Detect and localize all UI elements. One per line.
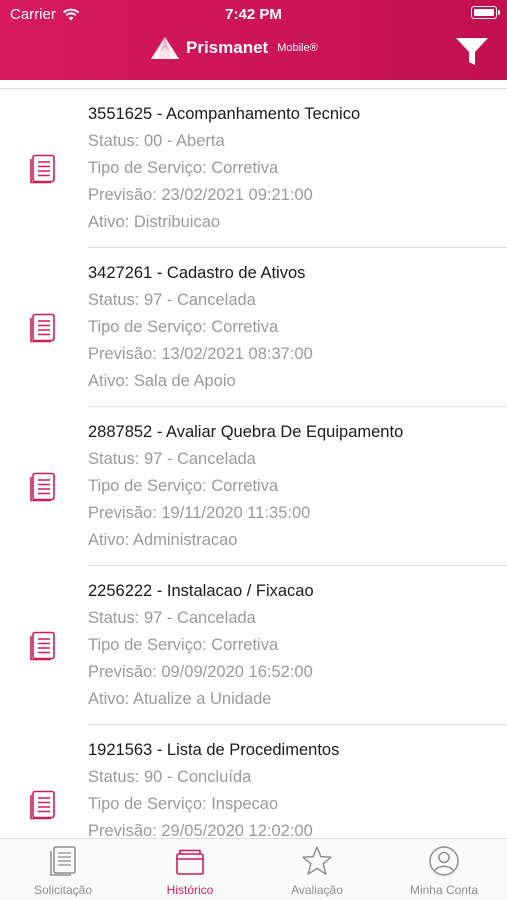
item-status: Status: 97 - Cancelada: [88, 609, 256, 627]
item-status: Status: 90 - Concluída: [88, 768, 252, 786]
item-status: Status: 00 - Aberta: [88, 132, 225, 150]
document-list-icon: [30, 790, 55, 819]
tab-historico[interactable]: Histórico: [127, 845, 253, 900]
document-list-icon: [30, 631, 55, 660]
item-service-type: Tipo de Serviço: Corretiva: [88, 636, 279, 654]
list-item[interactable]: 3427261 - Cadastro de Ativos Status: 97 …: [0, 248, 507, 407]
item-status: Status: 97 - Cancelada: [88, 291, 256, 309]
tab-label: Histórico: [166, 883, 214, 897]
filter-icon: [456, 38, 488, 65]
tab-minha-conta[interactable]: Minha Conta: [381, 845, 507, 900]
item-title: 3427261 - Cadastro de Ativos: [88, 264, 306, 282]
list-item[interactable]: 1921563 - Lista de Procedimentos Status:…: [0, 725, 507, 838]
list-item[interactable]: 3551625 - Acompanhamento Tecnico Status:…: [0, 89, 507, 248]
app-logo: Prismanet Mobile®: [150, 36, 318, 60]
item-asset: Ativo: Distribuicao: [88, 213, 221, 231]
item-forecast: Previsão: 23/02/2021 09:21:00: [88, 186, 313, 204]
history-list[interactable]: 3551625 - Acompanhamento Tecnico Status:…: [0, 80, 507, 838]
app-header: Carrier 7:42 PM Prismanet Mobile®: [0, 0, 507, 80]
tab-label: Avaliação: [291, 883, 343, 897]
brand-name: Prismanet: [186, 38, 269, 57]
item-service-type: Tipo de Serviço: Corretiva: [88, 318, 279, 336]
item-service-type: Tipo de Serviço: Corretiva: [88, 159, 279, 177]
item-title: 1921563 - Lista de Procedimentos: [88, 741, 340, 759]
user-icon: [429, 846, 459, 876]
item-forecast: Previsão: 19/11/2020 11:35:00: [88, 504, 311, 522]
list-item[interactable]: 2887852 - Avaliar Quebra De Equipamento …: [0, 407, 507, 566]
item-asset: Ativo: Atualize a Unidade: [88, 690, 272, 708]
document-list-icon: [30, 154, 55, 183]
battery-icon: [471, 6, 500, 19]
item-title: 3551625 - Acompanhamento Tecnico: [88, 105, 361, 123]
item-service-type: Tipo de Serviço: Corretiva: [88, 477, 279, 495]
document-icon: [50, 846, 76, 876]
star-icon: [302, 846, 332, 875]
item-forecast: Previsão: 13/02/2021 08:37:00: [88, 345, 313, 363]
status-bar: Carrier 7:42 PM: [0, 0, 507, 28]
prism-logo-icon: [151, 37, 179, 59]
item-forecast: Previsão: 29/05/2020 12:02:00: [88, 822, 313, 838]
folder-icon: [176, 849, 204, 875]
clock: 7:42 PM: [225, 6, 282, 23]
item-forecast: Previsão: 09/09/2020 16:52:00: [88, 663, 313, 681]
tab-label: Minha Conta: [409, 883, 479, 897]
tab-label: Solicitação: [33, 883, 93, 897]
item-status: Status: 97 - Cancelada: [88, 450, 256, 468]
item-title: 2256222 - Instalacao / Fixacao: [88, 582, 314, 600]
tab-avaliacao[interactable]: Avaliação: [254, 845, 380, 900]
document-list-icon: [30, 313, 55, 342]
filter-button[interactable]: [455, 36, 489, 68]
tab-solicitacao[interactable]: Solicitação: [0, 845, 126, 900]
list-item[interactable]: 2256222 - Instalacao / Fixacao Status: 9…: [0, 566, 507, 725]
item-asset: Ativo: Sala de Apoio: [88, 372, 236, 390]
document-list-icon: [30, 472, 55, 501]
brand-suffix: Mobile®: [277, 42, 318, 54]
item-asset: Ativo: Administracao: [88, 531, 238, 549]
item-title: 2887852 - Avaliar Quebra De Equipamento: [88, 423, 404, 441]
tab-bar: Solicitação Histórico Avaliação Minha Co…: [0, 838, 507, 900]
item-service-type: Tipo de Serviço: Inspecao: [88, 795, 279, 813]
